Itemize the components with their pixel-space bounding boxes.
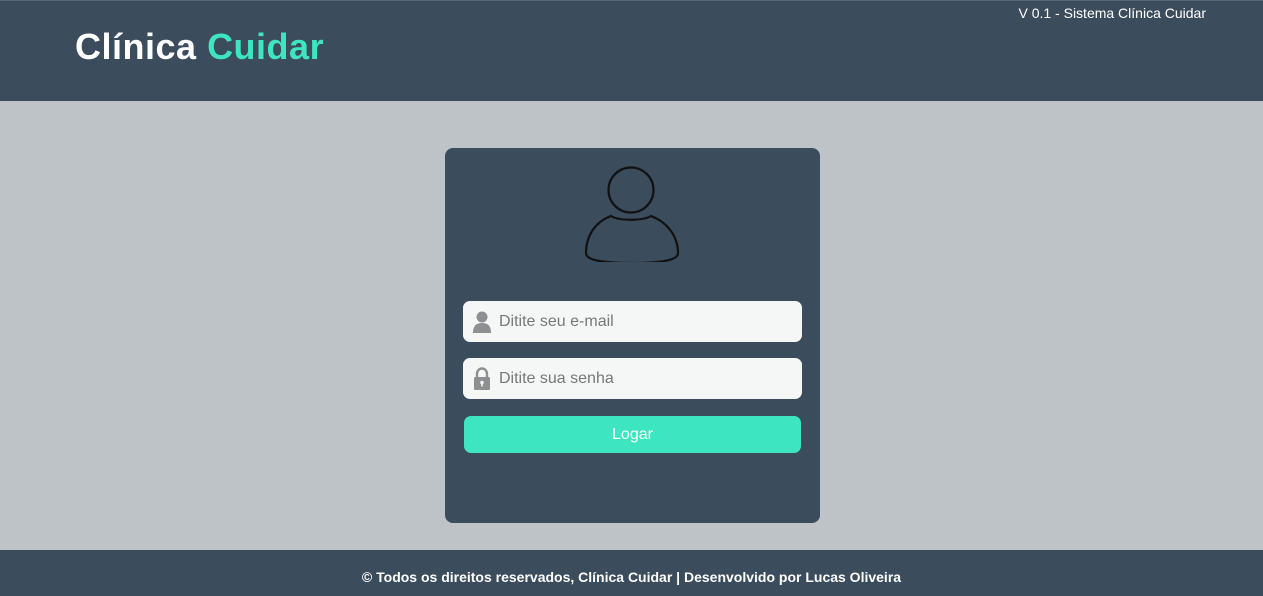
email-input[interactable] [499,301,794,342]
user-avatar-icon [584,166,680,262]
password-field [463,358,802,399]
main-content: Logar [0,101,1263,550]
user-icon [473,311,491,333]
version-label: V 0.1 - Sistema Clínica Cuidar [1018,5,1206,21]
brand-name-accent: Cuidar [207,26,325,67]
login-button[interactable]: Logar [464,416,801,453]
password-input[interactable] [499,358,794,399]
footer-copyright: © Todos os direitos reservados, Clínica … [361,569,902,585]
brand-logo[interactable]: Clínica Cuidar [75,26,324,68]
email-field [463,301,802,342]
site-footer: © Todos os direitos reservados, Clínica … [0,550,1263,596]
lock-icon [474,367,490,390]
brand-name: Clínica [75,26,197,67]
login-card: Logar [445,148,820,523]
site-header: Clínica Cuidar V 0.1 - Sistema Clínica C… [0,0,1263,101]
